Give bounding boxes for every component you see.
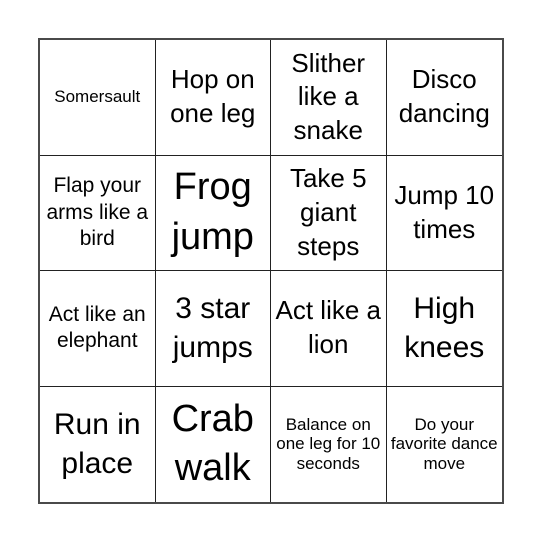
bingo-cell[interactable]: Jump 10 times [386, 156, 502, 271]
bingo-cell[interactable]: Balance on one leg for 10 seconds [271, 386, 387, 502]
bingo-cell[interactable]: 3 star jumps [155, 271, 271, 387]
bingo-cell[interactable]: High knees [386, 271, 502, 387]
bingo-cell[interactable]: Hop on one leg [155, 40, 271, 156]
bingo-cell[interactable]: Do your favorite dance move [387, 387, 503, 503]
bingo-cell[interactable]: Somersault [40, 40, 156, 156]
bingo-cell[interactable]: Slither like a snake [271, 40, 387, 156]
bingo-cell[interactable]: Flap your arms like a bird [40, 155, 156, 271]
bingo-cell[interactable]: Act like an elephant [40, 271, 156, 387]
bingo-cell[interactable]: Disco dancing [386, 40, 502, 156]
bingo-board: Somersault Hop on one leg Slither like a… [38, 38, 504, 504]
bingo-cell[interactable]: Crab walk [156, 386, 271, 502]
bingo-cell[interactable]: Take 5 giant steps [271, 155, 387, 271]
bingo-cell[interactable]: Act like a lion [271, 271, 387, 387]
bingo-cell[interactable]: Run in place [40, 386, 156, 502]
bingo-cell[interactable]: Frog jump [155, 155, 271, 271]
